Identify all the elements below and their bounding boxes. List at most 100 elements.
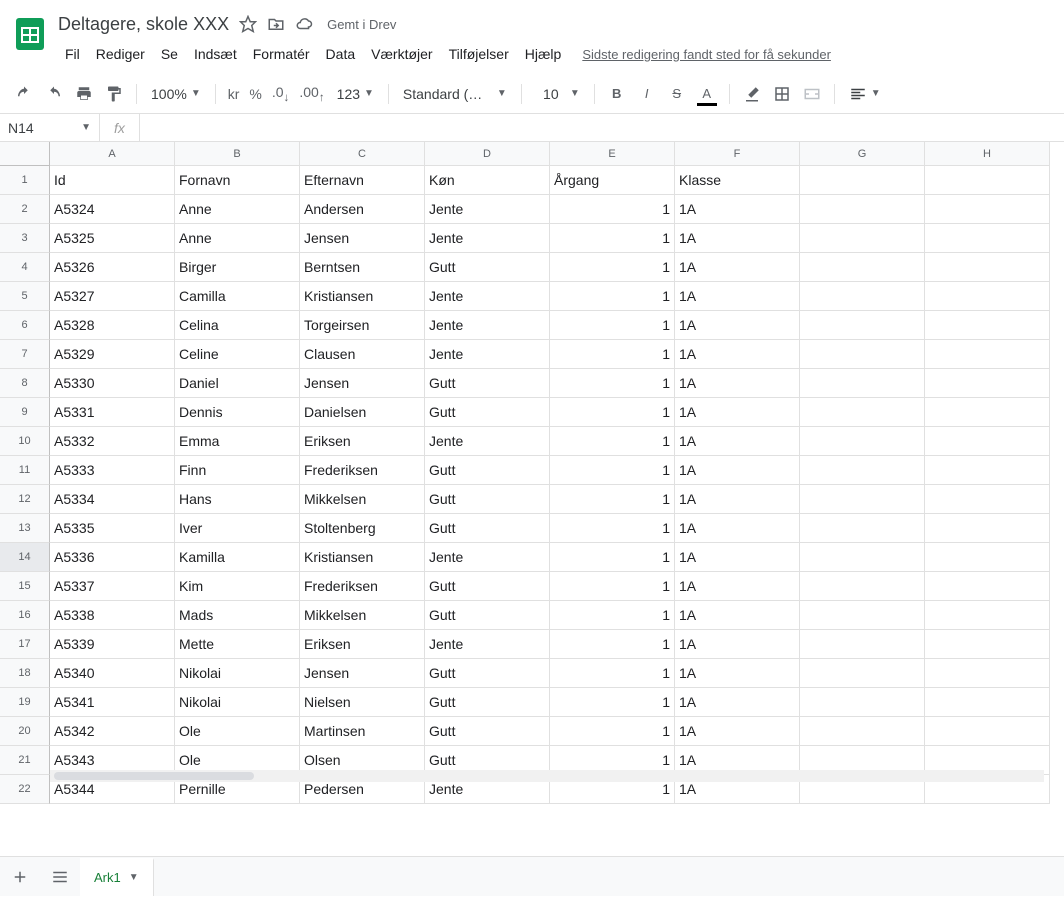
cell[interactable]: [925, 601, 1050, 630]
cell[interactable]: A5331: [50, 398, 175, 427]
cell[interactable]: Frederiksen: [300, 572, 425, 601]
zoom-select[interactable]: 100%▼: [145, 82, 207, 106]
cell[interactable]: 1: [550, 717, 675, 746]
cell[interactable]: Iver: [175, 514, 300, 543]
cell[interactable]: 1A: [675, 717, 800, 746]
cell[interactable]: Camilla: [175, 282, 300, 311]
cell[interactable]: Gutt: [425, 688, 550, 717]
cell[interactable]: 1: [550, 398, 675, 427]
cell[interactable]: A5337: [50, 572, 175, 601]
cloud-saved-icon[interactable]: [295, 15, 313, 33]
cell[interactable]: Anne: [175, 195, 300, 224]
horizontal-scrollbar[interactable]: [50, 770, 1044, 782]
cell[interactable]: 1A: [675, 398, 800, 427]
cell[interactable]: A5341: [50, 688, 175, 717]
cell[interactable]: [925, 340, 1050, 369]
cell[interactable]: Gutt: [425, 717, 550, 746]
paint-format-button[interactable]: [100, 80, 128, 108]
cell[interactable]: 1A: [675, 688, 800, 717]
name-box[interactable]: N14▼: [0, 114, 100, 141]
cell[interactable]: Andersen: [300, 195, 425, 224]
cell[interactable]: A5326: [50, 253, 175, 282]
row-header[interactable]: 15: [0, 572, 50, 601]
cell[interactable]: 1: [550, 369, 675, 398]
cell[interactable]: [925, 369, 1050, 398]
cell[interactable]: [925, 688, 1050, 717]
cell[interactable]: Anne: [175, 224, 300, 253]
cell[interactable]: [800, 282, 925, 311]
cell[interactable]: [800, 717, 925, 746]
cell[interactable]: 1A: [675, 630, 800, 659]
cell[interactable]: Kamilla: [175, 543, 300, 572]
row-header[interactable]: 20: [0, 717, 50, 746]
cell[interactable]: Gutt: [425, 485, 550, 514]
cell[interactable]: Gutt: [425, 398, 550, 427]
cell[interactable]: 1: [550, 688, 675, 717]
cell[interactable]: A5333: [50, 456, 175, 485]
percent-button[interactable]: %: [245, 86, 265, 102]
cell[interactable]: 1A: [675, 282, 800, 311]
formula-input[interactable]: [140, 114, 1064, 141]
row-header[interactable]: 4: [0, 253, 50, 282]
cell[interactable]: 1A: [675, 340, 800, 369]
cell[interactable]: Jente: [425, 543, 550, 572]
cell[interactable]: [800, 369, 925, 398]
cell[interactable]: Jensen: [300, 369, 425, 398]
cell[interactable]: [925, 514, 1050, 543]
cell[interactable]: Daniel: [175, 369, 300, 398]
cell[interactable]: 1: [550, 195, 675, 224]
cell[interactable]: Birger: [175, 253, 300, 282]
cell[interactable]: [800, 543, 925, 572]
cell[interactable]: Kristiansen: [300, 282, 425, 311]
cell[interactable]: 1A: [675, 456, 800, 485]
cell[interactable]: [800, 340, 925, 369]
cell[interactable]: [800, 166, 925, 195]
cell[interactable]: 1: [550, 311, 675, 340]
cell[interactable]: Eriksen: [300, 630, 425, 659]
cell[interactable]: A5334: [50, 485, 175, 514]
decrease-decimals-button[interactable]: .0↓: [268, 84, 294, 104]
cell[interactable]: Gutt: [425, 601, 550, 630]
cell[interactable]: [925, 630, 1050, 659]
strikethrough-button[interactable]: S: [663, 80, 691, 108]
cell[interactable]: [800, 514, 925, 543]
cell[interactable]: [925, 398, 1050, 427]
cell[interactable]: 1A: [675, 543, 800, 572]
row-header[interactable]: 11: [0, 456, 50, 485]
cell[interactable]: [800, 630, 925, 659]
borders-button[interactable]: [768, 80, 796, 108]
cell[interactable]: 1: [550, 601, 675, 630]
currency-button[interactable]: kr: [224, 86, 244, 102]
row-header[interactable]: 13: [0, 514, 50, 543]
menu-item[interactable]: Hjælp: [518, 42, 569, 66]
row-header[interactable]: 5: [0, 282, 50, 311]
cell[interactable]: Kristiansen: [300, 543, 425, 572]
spreadsheet-grid[interactable]: ABCDEFGH1IdFornavnEfternavnKønÅrgangKlas…: [0, 142, 1064, 804]
cell[interactable]: Jente: [425, 427, 550, 456]
redo-button[interactable]: [40, 80, 68, 108]
cell[interactable]: 1: [550, 485, 675, 514]
font-size-select[interactable]: 10▼: [530, 82, 586, 106]
row-header[interactable]: 16: [0, 601, 50, 630]
cell[interactable]: [925, 311, 1050, 340]
cell[interactable]: 1: [550, 659, 675, 688]
cell[interactable]: Mikkelsen: [300, 601, 425, 630]
cell[interactable]: A5336: [50, 543, 175, 572]
cell[interactable]: Nikolai: [175, 659, 300, 688]
row-header[interactable]: 22: [0, 775, 50, 804]
cell[interactable]: 1A: [675, 572, 800, 601]
cell[interactable]: Jensen: [300, 659, 425, 688]
column-header[interactable]: E: [550, 142, 675, 166]
column-header[interactable]: A: [50, 142, 175, 166]
cell[interactable]: [925, 659, 1050, 688]
cell[interactable]: Jente: [425, 224, 550, 253]
cell[interactable]: Klasse: [675, 166, 800, 195]
row-header[interactable]: 12: [0, 485, 50, 514]
cell[interactable]: [925, 224, 1050, 253]
sheet-tab[interactable]: Ark1▼: [80, 858, 154, 896]
cell[interactable]: Hans: [175, 485, 300, 514]
cell[interactable]: Efternavn: [300, 166, 425, 195]
cell[interactable]: A5327: [50, 282, 175, 311]
column-header[interactable]: H: [925, 142, 1050, 166]
cell[interactable]: A5335: [50, 514, 175, 543]
